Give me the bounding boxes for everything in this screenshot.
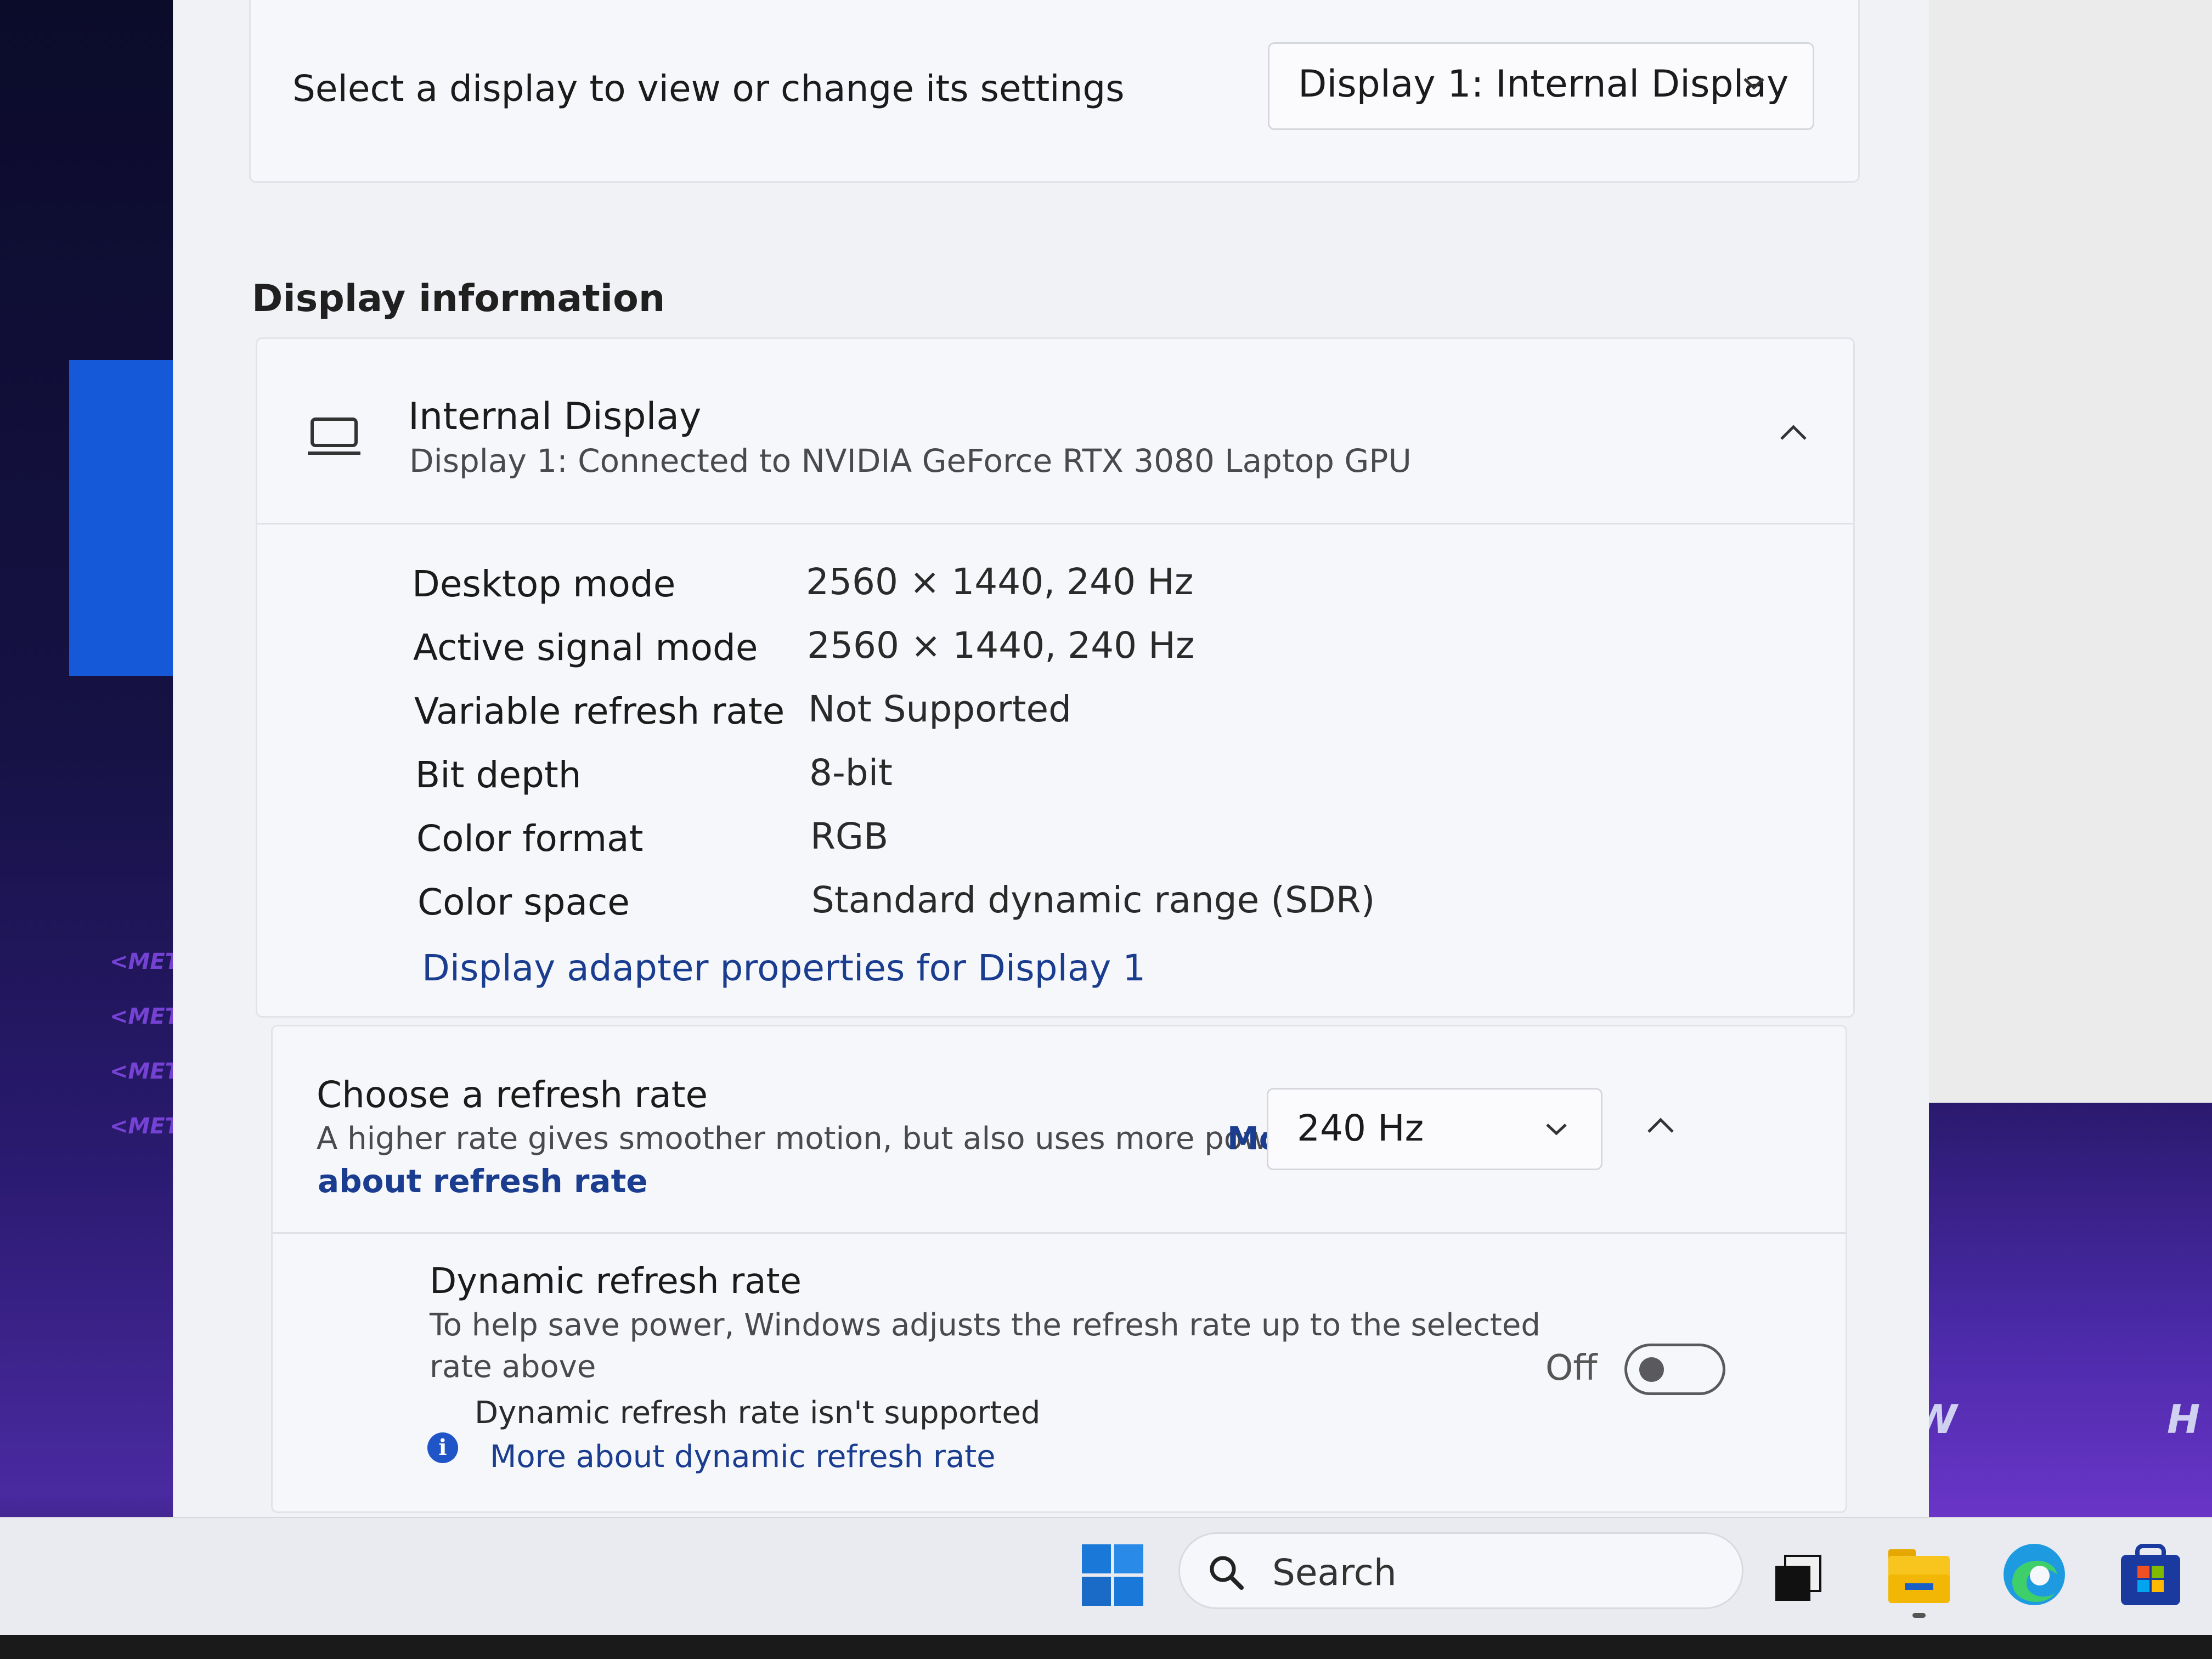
display-dropdown[interactable]: Display 1: Internal Display	[1268, 42, 1814, 130]
info-row-label: Desktop mode	[412, 563, 676, 605]
display-dropdown-value: Display 1: Internal Display	[1298, 63, 1789, 106]
display-name: Internal Display	[408, 395, 702, 438]
info-row-value: 2560 × 1440, 240 Hz	[806, 561, 1194, 603]
windows-start-icon[interactable]	[1082, 1544, 1143, 1606]
info-row-value: 2560 × 1440, 240 Hz	[807, 624, 1195, 667]
info-icon: i	[427, 1432, 458, 1463]
refresh-rate-value: 240 Hz	[1297, 1107, 1424, 1149]
edge-browser-icon[interactable]	[2000, 1541, 2068, 1609]
display-adapter-properties-link[interactable]: Display adapter properties for Display 1	[422, 947, 1146, 989]
info-row-label: Bit depth	[415, 754, 582, 796]
info-row-label: Color space	[417, 881, 630, 923]
wallpaper-glyph: H	[2167, 1396, 2200, 1442]
info-row-value: RGB	[810, 815, 889, 857]
dynamic-refresh-description: rate above	[430, 1349, 596, 1385]
chevron-up-icon[interactable]	[1644, 1114, 1677, 1136]
section-heading-display-information: Display information	[252, 277, 665, 320]
refresh-rate-title: Choose a refresh rate	[317, 1074, 708, 1116]
microsoft-store-icon[interactable]	[2118, 1542, 2183, 1607]
chevron-down-icon	[1546, 1124, 1567, 1136]
dynamic-refresh-toggle-label: Off	[1545, 1348, 1598, 1389]
dynamic-refresh-more-link[interactable]: More about dynamic refresh rate	[490, 1439, 996, 1475]
search-placeholder: Search	[1272, 1551, 1397, 1594]
dynamic-refresh-description: To help save power, Windows adjusts the …	[430, 1307, 1541, 1343]
dynamic-refresh-title: Dynamic refresh rate	[430, 1261, 802, 1302]
running-indicator	[1912, 1613, 1926, 1618]
taskbar	[0, 1517, 2212, 1636]
settings-window: Select a display to view or change its s…	[173, 0, 1929, 1525]
refresh-rate-header: Choose a refresh rate A higher rate give…	[273, 1026, 1846, 1234]
refresh-rate-description: A higher rate gives smoother motion, but…	[317, 1121, 1300, 1156]
display-selector-card: Select a display to view or change its s…	[249, 0, 1860, 183]
dynamic-refresh-notice: Dynamic refresh rate isn't supported	[475, 1395, 1041, 1431]
search-icon	[1210, 1556, 1244, 1590]
info-row-value: 8-bit	[809, 752, 893, 794]
display-info-header[interactable]: Internal Display Display 1: Connected to…	[257, 339, 1853, 524]
info-row-label: Variable refresh rate	[414, 690, 785, 732]
display-information-card: Internal Display Display 1: Connected to…	[256, 337, 1855, 1018]
info-row-label: Active signal mode	[413, 627, 758, 669]
file-explorer-icon[interactable]	[1886, 1542, 1952, 1607]
task-view-icon[interactable]	[1773, 1554, 1822, 1603]
chevron-up-icon[interactable]	[1777, 421, 1810, 443]
screen-bezel	[0, 1635, 2212, 1659]
display-connection: Display 1: Connected to NVIDIA GeForce R…	[409, 442, 1412, 479]
info-row-label: Color format	[416, 817, 644, 860]
wallpaper-area	[1909, 1103, 2212, 1520]
taskbar-search-box[interactable]: Search	[1178, 1532, 1743, 1609]
chevron-down-icon	[1743, 78, 1764, 90]
laptop-icon	[308, 417, 360, 455]
dynamic-refresh-toggle[interactable]	[1624, 1344, 1725, 1395]
toggle-knob	[1639, 1357, 1664, 1382]
refresh-rate-card: Choose a refresh rate A higher rate give…	[271, 1025, 1847, 1513]
background-window-edge	[1909, 0, 2212, 1108]
background-app-tile	[69, 360, 174, 676]
refresh-rate-dropdown[interactable]: 240 Hz	[1267, 1088, 1602, 1170]
info-row-value: Standard dynamic range (SDR)	[811, 879, 1375, 921]
info-row-value: Not Supported	[808, 688, 1072, 730]
display-selector-label: Select a display to view or change its s…	[292, 67, 1125, 110]
refresh-rate-more-link[interactable]: about refresh rate	[318, 1163, 648, 1200]
